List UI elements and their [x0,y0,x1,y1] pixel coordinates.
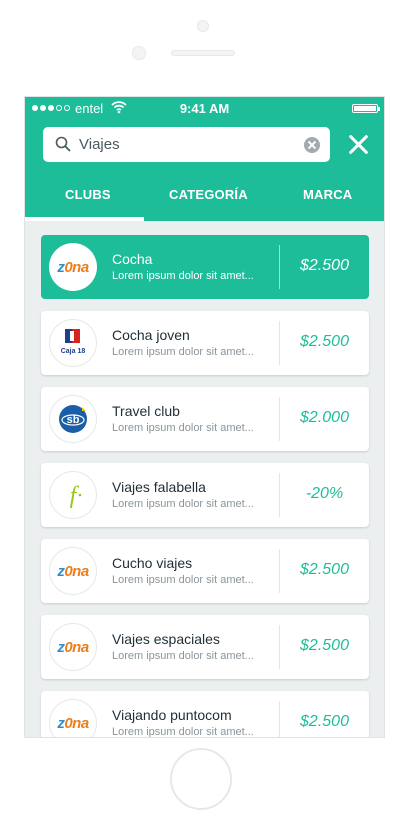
item-subtitle: Lorem ipsum dolor sit amet... [112,422,254,434]
item-subtitle: Lorem ipsum dolor sit amet... [112,650,254,662]
tab-marca[interactable]: MARCA [303,187,352,202]
item-price: $2.500 [300,333,349,350]
search-field[interactable]: Viajes [43,127,330,162]
item-subtitle: Lorem ipsum dolor sit amet... [112,498,254,510]
list-item[interactable]: z0na Cocha Lorem ipsum dolor sit amet...… [41,235,369,299]
list-item[interactable]: sb Travel club Lorem ipsum dolor sit ame… [41,387,369,451]
item-subtitle: Lorem ipsum dolor sit amet... [112,574,254,586]
item-price: $2.500 [300,637,349,654]
zona-logo: z0na [49,699,97,737]
item-price: $2.500 [300,713,349,730]
item-title: Viajes falabella [112,479,206,495]
item-title: Cocha joven [112,327,190,343]
active-tab-indicator [25,217,144,221]
list-item[interactable]: z0na Viajando puntocom Lorem ipsum dolor… [41,691,369,738]
item-price: -20% [305,485,344,502]
list-item[interactable]: Caja 18 Cocha joven Lorem ipsum dolor si… [41,311,369,375]
item-title: Viajando puntocom [112,707,232,723]
item-title: Travel club [112,403,180,419]
item-price: $2.000 [300,409,349,426]
status-bar: entel 9:41 AM [25,97,384,119]
list-item[interactable]: z0na Viajes espaciales Lorem ipsum dolor… [41,615,369,679]
proximity-sensor [132,46,146,60]
app-header: entel 9:41 AM Viajes CLUBS CATEGORÍA MAR… [25,97,384,221]
zona-logo: z0na [49,623,97,671]
front-camera [197,20,209,32]
tab-clubs[interactable]: CLUBS [65,187,111,202]
search-input[interactable]: Viajes [79,136,120,153]
home-button[interactable] [170,748,232,810]
list-item[interactable]: z0na Cucho viajes Lorem ipsum dolor sit … [41,539,369,603]
item-price: $2.500 [300,561,349,578]
item-subtitle: Lorem ipsum dolor sit amet... [112,346,254,358]
item-subtitle: Lorem ipsum dolor sit amet... [112,270,254,282]
svg-text:Caja 18: Caja 18 [61,348,86,355]
battery-icon [352,104,380,113]
item-title: Viajes espaciales [112,631,220,647]
search-icon [55,136,71,152]
zona-logo: z0na [49,547,97,595]
zona-logo: z0na [49,243,97,291]
item-title: Cucho viajes [112,555,193,571]
svg-text:f: f [70,483,80,509]
falabella-logo: f [49,471,97,519]
item-subtitle: Lorem ipsum dolor sit amet... [112,726,254,738]
close-icon[interactable] [345,131,371,157]
svg-text:sb: sb [67,414,80,426]
item-price: $2.500 [300,257,349,274]
tab-categoria[interactable]: CATEGORÍA [169,187,248,202]
sb-logo: sb [49,395,97,443]
item-title: Cocha [112,251,153,267]
phone-screen: entel 9:41 AM Viajes CLUBS CATEGORÍA MAR… [24,96,385,738]
earpiece-speaker [171,50,235,56]
list-item[interactable]: f Viajes falabella Lorem ipsum dolor sit… [41,463,369,527]
status-time: 9:41 AM [179,101,230,116]
clear-search-icon[interactable] [304,137,320,153]
caja18-logo: Caja 18 [49,319,97,367]
